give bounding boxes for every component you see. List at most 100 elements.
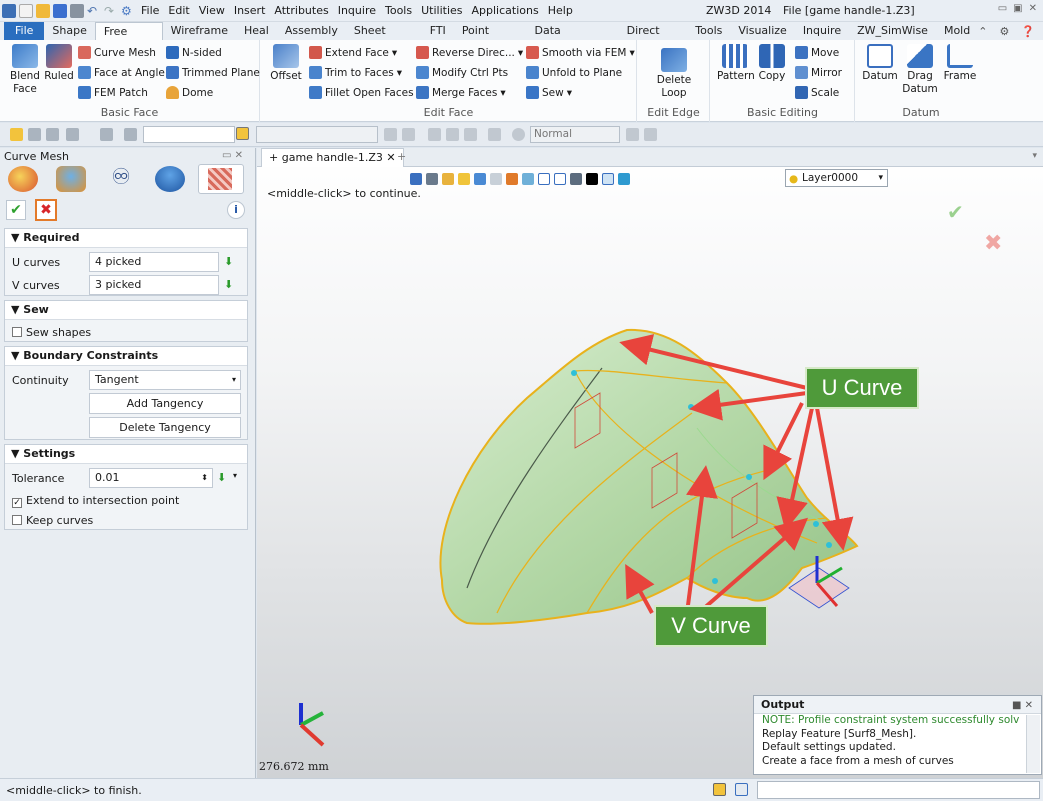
render-mode-select[interactable]: Normal <box>530 126 620 143</box>
tab-visualize[interactable]: Visualize <box>730 22 794 40</box>
menu-applications[interactable]: Applications <box>472 4 539 17</box>
tab-list-icon[interactable]: ▾ <box>1032 151 1037 161</box>
model-canvas[interactable] <box>257 168 1043 768</box>
tab-wireframe[interactable]: Wireframe <box>163 22 236 40</box>
merge-faces-button[interactable]: Merge Faces ▾ <box>416 86 506 99</box>
ok-check-button[interactable]: ✔ <box>6 200 26 220</box>
tab-mold[interactable]: Mold <box>936 22 978 40</box>
menu-inquire[interactable]: Inquire <box>338 4 376 17</box>
ruled-button[interactable]: Ruled <box>43 44 75 83</box>
assembly-tool-icon[interactable] <box>56 166 86 192</box>
extend-face-dropdown-icon[interactable]: ▾ <box>392 47 397 59</box>
copy-button[interactable]: Copy <box>757 44 787 83</box>
menu-help[interactable]: Help <box>548 4 573 17</box>
save-icon[interactable] <box>53 3 67 18</box>
fem-patch-button[interactable]: FEM Patch <box>78 86 148 99</box>
output-controls-icon[interactable]: ■ ✕ <box>1012 697 1033 714</box>
n-sided-button[interactable]: N-sided <box>166 46 222 59</box>
extend-checkbox[interactable]: ✓ Extend to intersection point <box>12 494 179 508</box>
pick-face-icon[interactable] <box>100 128 113 141</box>
tab-data-exchange[interactable]: Data Exchange <box>527 22 619 54</box>
menu-insert[interactable]: Insert <box>234 4 266 17</box>
menu-tools[interactable]: Tools <box>385 4 412 17</box>
smooth-via-fem-button[interactable]: Smooth via FEM ▾ <box>526 46 635 59</box>
delete-loop-button[interactable]: Delete Loop <box>652 48 696 100</box>
trim-to-faces-dropdown-icon[interactable]: ▾ <box>397 67 402 79</box>
offset-button[interactable]: Offset <box>269 44 303 83</box>
snap-point-icon[interactable] <box>446 128 459 141</box>
settings-icon[interactable]: ⚙ <box>121 4 135 18</box>
align-plane-icon[interactable] <box>402 128 415 141</box>
spinner-icon[interactable]: ⬍ <box>201 469 208 487</box>
restore-icon[interactable]: ▣ <box>1013 3 1022 14</box>
pick-point-icon[interactable] <box>66 128 79 141</box>
required-header[interactable]: ▼ Required <box>5 229 247 248</box>
tab-tools[interactable]: Tools <box>687 22 730 40</box>
options-gear-icon[interactable]: ⚙ <box>999 25 1009 38</box>
doc-tab-game-handle[interactable]: + game handle-1.Z3 ✕ <box>261 148 404 167</box>
reverse-direction-button[interactable]: Reverse Direc... ▾ <box>416 46 523 59</box>
u-curves-field[interactable]: 4 picked <box>89 252 219 272</box>
pick-filter-icon[interactable] <box>28 128 41 141</box>
sew-header[interactable]: ▼ Sew <box>5 301 247 320</box>
tab-shape[interactable]: Shape <box>44 22 94 40</box>
view-glasses-icon[interactable]: ♾ <box>106 166 136 192</box>
v-curves-pick-icon[interactable]: ⬇ <box>224 279 236 291</box>
tab-fti[interactable]: FTI <box>422 22 454 40</box>
minimize-icon[interactable]: ▭ <box>998 3 1007 14</box>
modify-ctrl-pts-button[interactable]: Modify Ctrl Pts <box>416 66 508 79</box>
tolerance-pick-icon[interactable]: ⬇ <box>217 472 229 484</box>
delete-tangency-button[interactable]: Delete Tangency <box>89 417 241 438</box>
render-mode-icon[interactable] <box>512 128 525 141</box>
boundary-header[interactable]: ▼ Boundary Constraints <box>5 347 247 366</box>
v-curves-field[interactable]: 3 picked <box>89 275 219 295</box>
fillet-open-faces-button[interactable]: Fillet Open Faces <box>309 86 414 99</box>
tab-point-cloud[interactable]: Point Cloud <box>454 22 527 54</box>
filter-select[interactable] <box>143 126 235 143</box>
continuity-select[interactable]: Tangent ▾ <box>89 370 241 390</box>
drag-datum-button[interactable]: Drag Datum <box>902 44 938 96</box>
pick-curve-icon[interactable] <box>124 128 137 141</box>
close-icon[interactable]: ✕ <box>1029 3 1037 14</box>
datum-button[interactable]: Datum <box>862 44 898 83</box>
help-icon[interactable]: ❓ <box>1021 25 1035 38</box>
tab-free-form[interactable]: Free Form <box>94 22 163 55</box>
frame-button[interactable]: Frame <box>942 44 978 83</box>
smooth-via-fem-dropdown-icon[interactable]: ▾ <box>630 47 635 59</box>
add-tangency-button[interactable]: Add Tangency <box>89 393 241 414</box>
undo-icon[interactable]: ↶ <box>87 4 101 18</box>
gear-small-icon[interactable] <box>644 128 657 141</box>
merge-faces-dropdown-icon[interactable]: ▾ <box>500 87 505 99</box>
keep-curves-checkbox[interactable]: Keep curves <box>12 514 93 527</box>
menu-utilities[interactable]: Utilities <box>421 4 462 17</box>
menu-file[interactable]: File <box>141 4 159 17</box>
pointer-icon[interactable] <box>626 128 639 141</box>
render-sphere-icon[interactable] <box>155 166 185 192</box>
redo-icon[interactable]: ↷ <box>104 4 118 18</box>
print-icon[interactable] <box>70 3 84 18</box>
status-view-icon[interactable] <box>713 783 726 796</box>
status-list-icon[interactable] <box>735 783 748 796</box>
tab-zw-simwise[interactable]: ZW_SimWise <box>849 22 936 40</box>
menu-edit[interactable]: Edit <box>168 4 189 17</box>
menu-attributes[interactable]: Attributes <box>274 4 328 17</box>
u-curves-pick-icon[interactable]: ⬇ <box>224 256 236 268</box>
tolerance-dropdown-icon[interactable]: ▾ <box>233 471 237 480</box>
doc-tab-close-icon[interactable]: ✕ <box>386 151 395 164</box>
new-file-icon[interactable] <box>19 3 33 18</box>
cancel-x-button[interactable]: ✖ <box>35 199 57 221</box>
pattern-button[interactable]: Pattern <box>717 44 755 83</box>
extend-face-button[interactable]: Extend Face ▾ <box>309 46 397 59</box>
new-tab-icon[interactable]: + <box>397 150 406 163</box>
align-icon[interactable] <box>384 128 397 141</box>
dome-button[interactable]: Dome <box>166 86 213 99</box>
mirror-button[interactable]: Mirror <box>795 66 842 79</box>
pick-line-icon[interactable] <box>46 128 59 141</box>
scale-button[interactable]: Scale <box>795 86 839 99</box>
open-folder-icon[interactable] <box>36 3 50 18</box>
blend-face-button[interactable]: Blend Face <box>8 44 42 96</box>
trim-to-faces-button[interactable]: Trim to Faces ▾ <box>309 66 402 79</box>
sew-button[interactable]: Sew ▾ <box>526 86 572 99</box>
tab-file[interactable]: File <box>4 22 45 40</box>
panel-pin-icon[interactable]: ▭ ✕ <box>222 150 243 161</box>
